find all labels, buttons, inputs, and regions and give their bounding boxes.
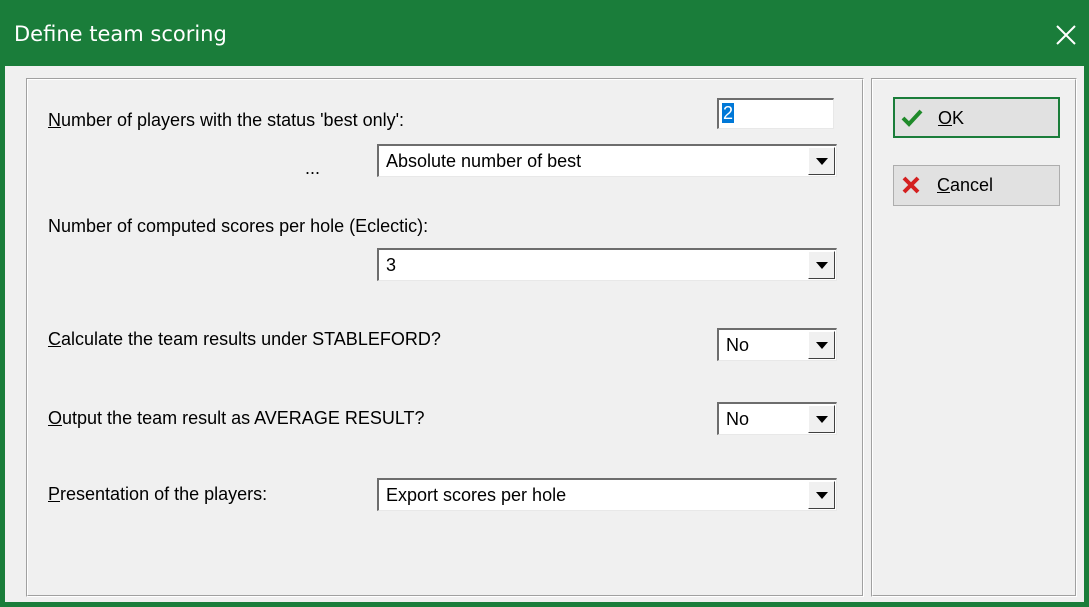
selected-text: 2 <box>722 103 735 123</box>
chevron-down-icon[interactable] <box>808 481 835 509</box>
ok-label: OK <box>938 108 965 128</box>
cancel-button[interactable]: Cancel <box>893 165 1060 206</box>
cancel-label: Cancel <box>937 175 994 195</box>
eclectic-select[interactable]: 3 <box>377 248 837 281</box>
best-only-label: Number of players with the status 'best … <box>48 110 405 130</box>
title-bar: Define team scoring <box>0 0 1089 66</box>
checkmark-icon <box>901 109 923 127</box>
ellipsis-label: ... <box>305 158 321 178</box>
best-mode-value: Absolute number of best <box>386 151 582 171</box>
dialog-client-area: Number of players with the status 'best … <box>5 66 1084 602</box>
stableford-select[interactable]: No <box>717 328 837 361</box>
best-only-count-input[interactable]: 2 <box>717 98 834 129</box>
window-frame-bottom <box>0 602 1089 607</box>
ok-button[interactable]: OK <box>893 97 1060 138</box>
buttons-group <box>871 78 1077 597</box>
average-label: Output the team result as AVERAGE RESULT… <box>48 408 425 428</box>
eclectic-value: 3 <box>386 255 397 275</box>
chevron-down-icon[interactable] <box>808 405 835 433</box>
close-icon[interactable] <box>1055 24 1077 46</box>
presentation-label: Presentation of the players: <box>48 484 268 504</box>
chevron-down-icon[interactable] <box>808 147 835 175</box>
best-mode-select[interactable]: Absolute number of best <box>377 144 837 177</box>
stableford-value: No <box>726 335 750 355</box>
stableford-label: Calculate the team results under STABLEF… <box>48 329 441 349</box>
presentation-select[interactable]: Export scores per hole <box>377 478 837 511</box>
chevron-down-icon[interactable] <box>808 331 835 359</box>
window-frame-right <box>1084 66 1089 602</box>
average-select[interactable]: No <box>717 402 837 435</box>
window-title: Define team scoring <box>14 22 227 46</box>
presentation-value: Export scores per hole <box>386 485 567 505</box>
average-value: No <box>726 409 750 429</box>
eclectic-label: Number of computed scores per hole (Ecle… <box>48 216 429 236</box>
chevron-down-icon[interactable] <box>808 251 835 279</box>
red-x-icon <box>902 176 920 194</box>
